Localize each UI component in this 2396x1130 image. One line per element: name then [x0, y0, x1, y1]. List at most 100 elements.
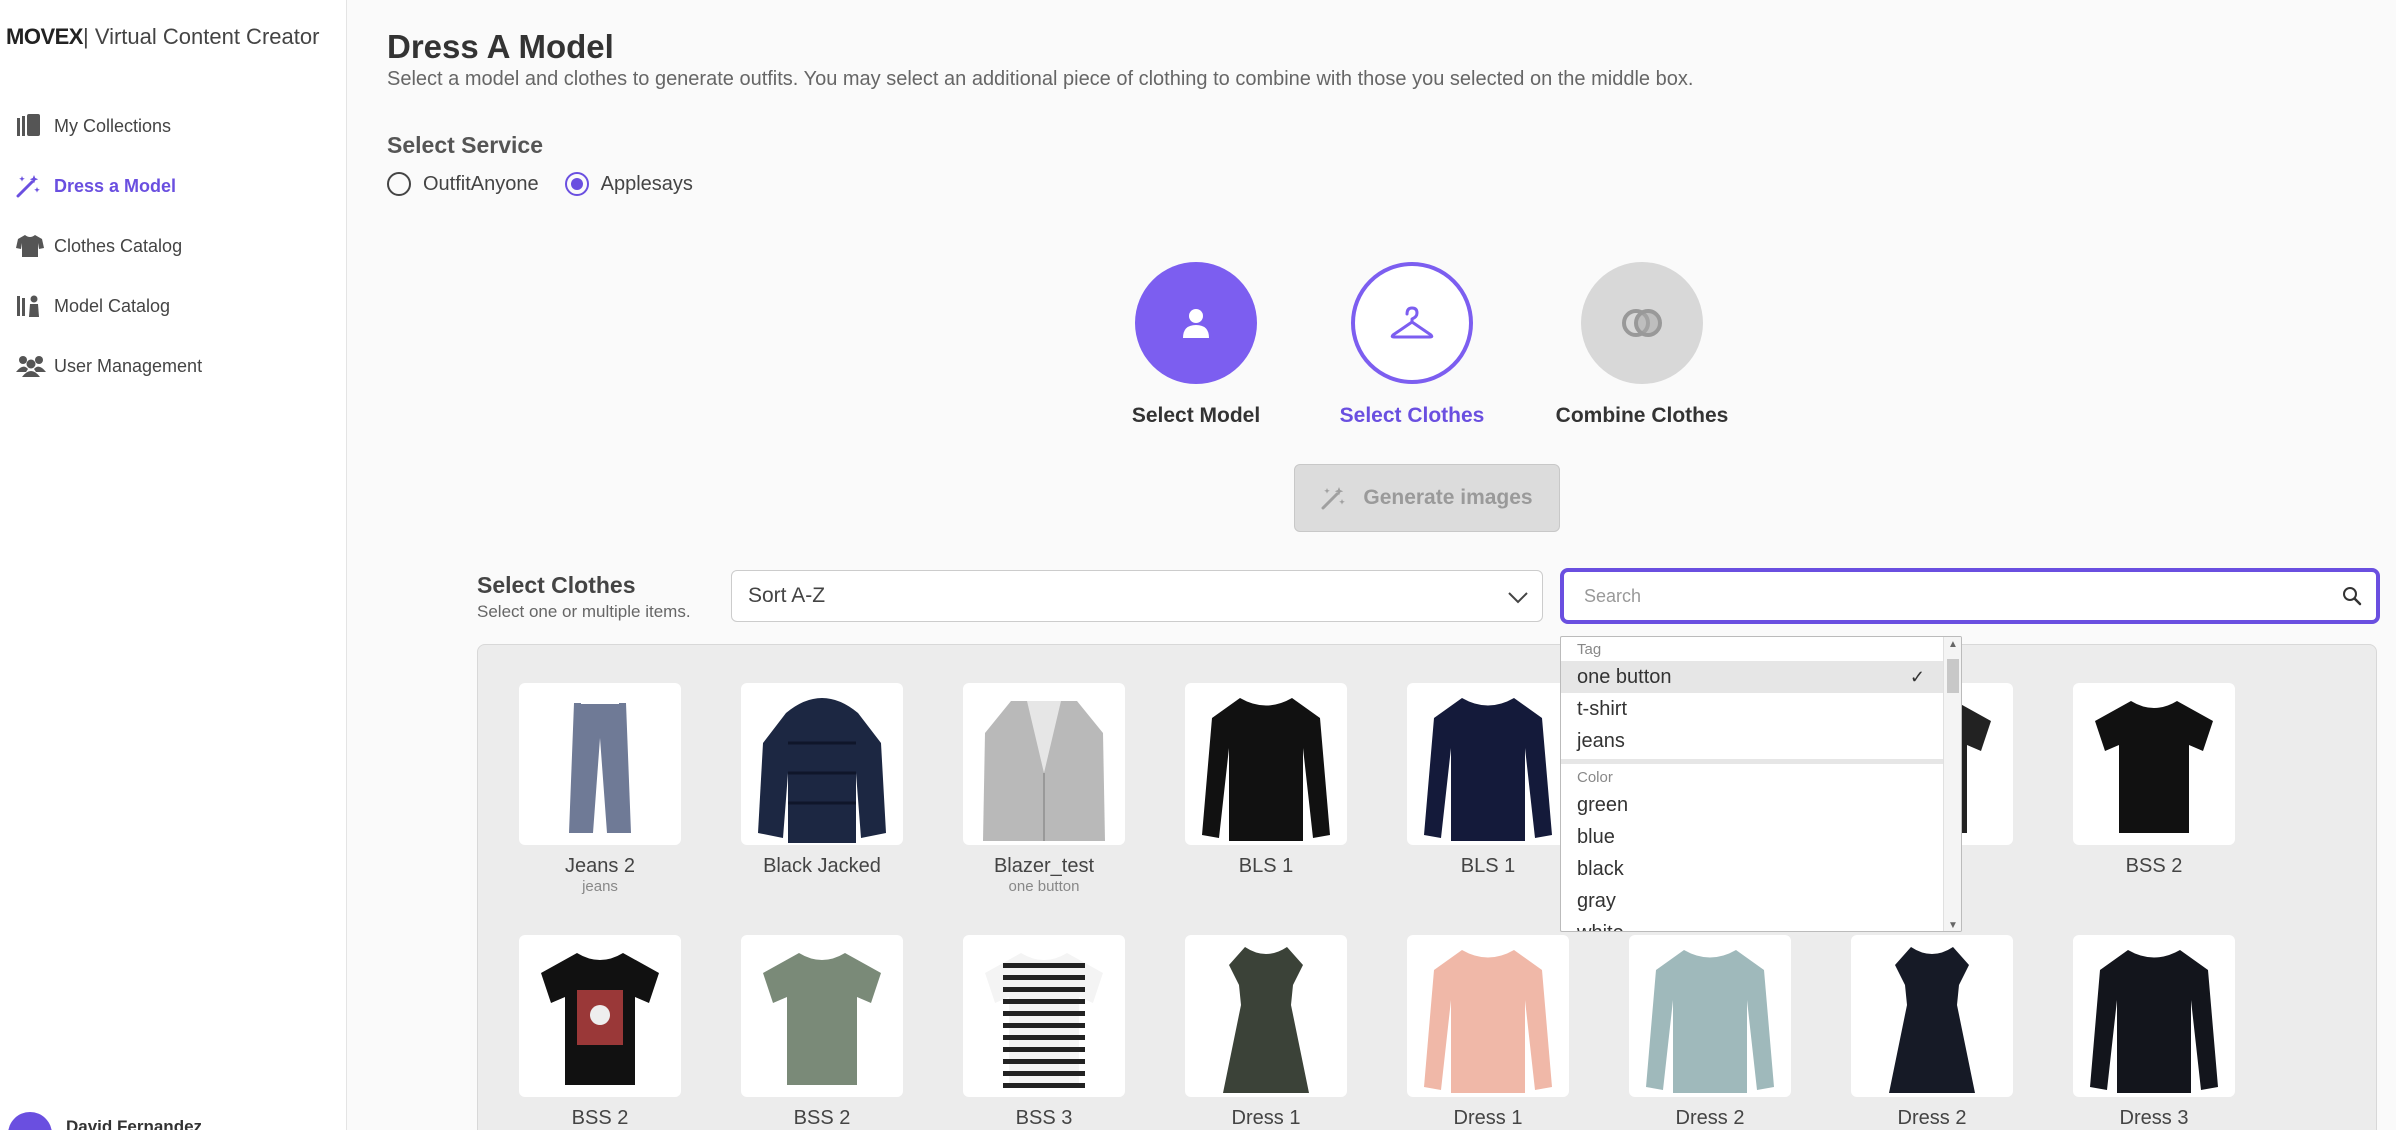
- clothing-image[interactable]: [741, 935, 903, 1097]
- scroll-up-icon[interactable]: ▲: [1948, 639, 1958, 650]
- sidebar-item-dress-a-model[interactable]: Dress a Model: [0, 156, 346, 216]
- dropdown-option[interactable]: gray: [1561, 885, 1945, 917]
- search-box[interactable]: [1560, 568, 2380, 624]
- model-catalog-icon: [16, 292, 46, 320]
- main-content: Dress A Model Select a model and clothes…: [348, 0, 2396, 1130]
- clothing-name: Dress 1: [1453, 1107, 1523, 1129]
- clothing-card[interactable]: Dress 2: [1629, 935, 1791, 1130]
- clothing-card[interactable]: Dress 3: [2073, 935, 2235, 1130]
- clothing-name: Dress 2: [1897, 1107, 1967, 1129]
- clothing-card[interactable]: BSS 2: [2073, 683, 2235, 878]
- search-filter-dropdown[interactable]: Tag one button ✓ t-shirt jeans Color green blue…: [1560, 636, 1962, 932]
- sort-select[interactable]: Sort A-Z: [731, 570, 1543, 622]
- dropdown-option-label: jeans: [1577, 730, 1625, 752]
- step-bubble[interactable]: [1581, 262, 1703, 384]
- step-label: Select Model: [1131, 404, 1261, 427]
- service-option-applesays[interactable]: Applesays: [564, 172, 693, 196]
- brand[interactable]: MOVEX| Virtual Content Creator: [6, 24, 319, 50]
- clothing-tag: one button: [1008, 878, 1080, 895]
- clothing-name: Dress 2: [1675, 1107, 1745, 1129]
- clothing-name: BSS 2: [2125, 855, 2183, 877]
- clothing-card[interactable]: Jeans 2 jeans: [519, 683, 681, 895]
- clothing-image[interactable]: [741, 683, 903, 845]
- sidebar-item-label: Dress a Model: [54, 175, 177, 196]
- service-title: Select Service: [387, 132, 544, 158]
- sidebar-nav: My Collections Dress a Model Clothes Cat…: [0, 96, 346, 396]
- scroll-thumb[interactable]: [1947, 659, 1959, 693]
- select-clothes-subtitle: Select one or multiple items.: [477, 602, 691, 621]
- user-name: David Fernandez: [66, 1117, 203, 1130]
- clothing-card[interactable]: BLS 1: [1407, 683, 1569, 878]
- dropdown-option[interactable]: black: [1561, 853, 1945, 885]
- clothing-card[interactable]: Dress 2: [1851, 935, 2013, 1130]
- clothing-card[interactable]: Blazer_test one button: [963, 683, 1125, 895]
- clothing-card[interactable]: BSS 3: [963, 935, 1125, 1130]
- clothing-card[interactable]: Dress 1: [1185, 935, 1347, 1130]
- dropdown-option[interactable]: white: [1561, 917, 1945, 931]
- clothing-image[interactable]: [1185, 935, 1347, 1097]
- sidebar-item-my-collections[interactable]: My Collections: [0, 96, 346, 156]
- clothing-image[interactable]: [1629, 935, 1791, 1097]
- clothing-name: Dress 3: [2119, 1107, 2189, 1129]
- brand-divider: |: [82, 24, 89, 49]
- clothing-name: Black Jacked: [763, 855, 881, 877]
- clothing-image[interactable]: [519, 935, 681, 1097]
- dropdown-option[interactable]: one button ✓: [1561, 661, 1945, 693]
- clothing-card[interactable]: Black Jacked: [741, 683, 903, 878]
- clothing-image[interactable]: [1407, 683, 1569, 845]
- generate-images-button[interactable]: Generate images: [1294, 464, 1560, 532]
- sort-value: Sort A-Z: [748, 584, 826, 607]
- chevron-down-icon: [1506, 585, 1530, 615]
- clothing-name: BSS 3: [1015, 1107, 1073, 1129]
- step-bubble[interactable]: [1135, 262, 1257, 384]
- checkmark-icon: ✓: [1909, 667, 1925, 687]
- clothing-card[interactable]: BSS 2: [741, 935, 903, 1130]
- search-icon[interactable]: [2342, 586, 2362, 611]
- clothing-card[interactable]: BSS 2: [519, 935, 681, 1130]
- dropdown-option[interactable]: jeans: [1561, 725, 1945, 757]
- step-combine-clothes[interactable]: Combine Clothes: [1542, 262, 1742, 428]
- clothing-card[interactable]: BLS 1: [1185, 683, 1347, 878]
- page-subtitle: Select a model and clothes to generate o…: [387, 68, 1694, 90]
- step-select-clothes[interactable]: Select Clothes: [1312, 262, 1512, 428]
- sidebar-item-model-catalog[interactable]: Model Catalog: [0, 276, 346, 336]
- user-profile[interactable]: David Fernandez: [8, 1112, 202, 1130]
- dropdown-scrollbar[interactable]: ▲ ▼: [1943, 637, 1961, 931]
- select-clothes-title: Select Clothes: [477, 572, 636, 598]
- clothing-name: BSS 2: [571, 1107, 629, 1129]
- sidebar-item-label: Clothes Catalog: [54, 235, 183, 256]
- clothing-image[interactable]: [519, 683, 681, 845]
- sidebar-item-clothes-catalog[interactable]: Clothes Catalog: [0, 216, 346, 276]
- clothing-image[interactable]: [963, 683, 1125, 845]
- clothing-image[interactable]: [1185, 683, 1347, 845]
- generate-label: Generate images: [1363, 486, 1533, 509]
- clothing-card[interactable]: Dress 1: [1407, 935, 1569, 1130]
- combine-circles-icon: [1622, 309, 1662, 337]
- hanger-icon: [1390, 306, 1434, 339]
- clothing-name: Dress 1: [1231, 1107, 1301, 1129]
- clothing-image[interactable]: [1851, 935, 2013, 1097]
- dropdown-option-label: green: [1577, 794, 1629, 816]
- service-option-outfitanyone[interactable]: OutfitAnyone: [387, 172, 539, 196]
- dropdown-option[interactable]: green: [1561, 789, 1945, 821]
- dropdown-option[interactable]: blue: [1561, 821, 1945, 853]
- stepper: Select Model Select Clothes Combine Clot…: [348, 262, 2396, 432]
- dropdown-option[interactable]: t-shirt: [1561, 693, 1945, 725]
- dropdown-option-label: t-shirt: [1577, 698, 1627, 720]
- scroll-down-icon[interactable]: ▼: [1948, 920, 1958, 931]
- clothing-image[interactable]: [963, 935, 1125, 1097]
- clothing-name: BLS 1: [1460, 855, 1516, 877]
- step-select-model[interactable]: Select Model: [1096, 262, 1296, 428]
- sidebar-item-label: My Collections: [54, 115, 172, 136]
- dropdown-option-label: black: [1577, 858, 1624, 880]
- clothing-image[interactable]: [2073, 683, 2235, 845]
- step-bubble[interactable]: [1351, 262, 1473, 384]
- clothing-image[interactable]: [2073, 935, 2235, 1097]
- clothing-image[interactable]: [1407, 935, 1569, 1097]
- radio-circle[interactable]: [387, 172, 411, 196]
- sidebar-item-user-management[interactable]: User Management: [0, 336, 346, 396]
- collections-icon: [16, 112, 46, 140]
- radio-circle[interactable]: [564, 172, 589, 196]
- search-input[interactable]: [1584, 572, 2324, 620]
- dropdown-group-label: Tag: [1577, 641, 1602, 658]
